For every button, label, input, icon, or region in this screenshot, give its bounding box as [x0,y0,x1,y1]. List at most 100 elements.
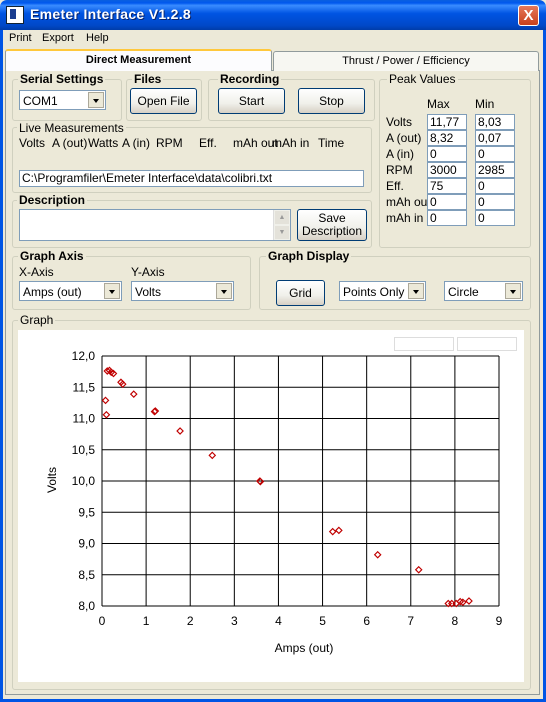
chevron-down-icon[interactable] [408,283,424,299]
x-tick-label: 5 [319,614,326,628]
stop-button[interactable]: Stop [298,88,365,114]
peak-row-label: A (out) [386,131,422,145]
start-button[interactable]: Start [218,88,285,114]
recording-title: Recording [218,72,282,86]
y-tick-label: 11,5 [73,380,96,394]
y-axis-title: Volts [45,467,59,493]
scroll-up-icon[interactable]: ▲ [275,211,289,224]
scatter-point [414,565,423,574]
app-icon [6,6,24,24]
chevron-down-icon[interactable] [505,283,521,299]
peak-min-field[interactable]: 2985 [475,162,515,178]
peak-min-field[interactable]: 0 [475,178,515,194]
marker-select[interactable]: Circle [444,281,523,301]
graph-axis-title: Graph Axis [18,249,86,263]
save-description-label-2: Description [301,224,363,238]
marker-value: Circle [448,285,479,299]
chevron-down-icon[interactable] [104,283,120,299]
live-header: mAh out [233,136,278,150]
x-tick-label: 7 [407,614,414,628]
menu-help[interactable]: Help [86,32,109,44]
peak-max-field[interactable]: 11,77 [427,114,467,130]
peak-min-field[interactable]: 0 [475,210,515,226]
y-axis-label: Y-Axis [131,265,165,279]
x-tick-label: 6 [363,614,370,628]
scatter-point [208,451,217,460]
peak-values-title: Peak Values [387,72,458,86]
live-header: Watts [88,136,119,150]
peak-max-field[interactable]: 8,32 [427,130,467,146]
graph-title: Graph [18,313,56,327]
x-tick-label: 0 [99,614,106,628]
x-axis-select[interactable]: Amps (out) [19,281,122,301]
peak-max-field[interactable]: 75 [427,178,467,194]
scatter-chart: 0 1 2 3 4 5 6 7 8 9 8,0 8,5 9,0 9,5 10,0 10,5 11,0 11,5 12… [45,349,503,655]
scatter-point [373,550,382,559]
scatter-point [465,597,473,605]
x-axis-label: X-Axis [19,265,54,279]
peak-row-label: mAh out [386,195,431,209]
window-frame-left [0,30,3,702]
scatter-point [129,390,138,398]
window-title: Emeter Interface V1.2.8 [30,6,191,22]
peak-max-field[interactable]: 0 [427,146,467,162]
scroll-down-icon[interactable]: ▼ [275,226,289,239]
x-tick-label: 1 [143,614,150,628]
x-tick-label: 9 [496,614,503,628]
serial-port-value: COM1 [23,94,58,108]
peak-max-field[interactable]: 3000 [427,162,467,178]
y-axis-select[interactable]: Volts [131,281,234,301]
peak-row-label: mAh in [386,211,424,225]
y-tick-label: 10,0 [72,474,96,488]
peak-row-label: A (in) [386,147,415,161]
scatter-point [328,527,337,536]
y-tick-label: 12,0 [72,349,96,363]
y-tick-label: 10,5 [72,443,96,457]
files-title: Files [132,72,164,86]
scatter-point [102,410,111,419]
y-tick-label: 9,5 [78,505,95,519]
live-header: mAh in [272,136,310,150]
peak-min-field[interactable]: 0,07 [475,130,515,146]
open-file-button[interactable]: Open File [130,88,197,114]
peak-min-field[interactable]: 8,03 [475,114,515,130]
y-axis-value: Volts [135,285,162,299]
data-file-path-field[interactable]: C:\Programfiler\Emeter Interface\data\co… [19,170,364,187]
graph-mode-select[interactable]: Points Only [339,281,426,301]
live-measurements-title: Live Measurements [17,121,126,135]
peak-min-header: Min [475,97,495,111]
tab-direct-measurement[interactable]: Direct Measurement [5,49,272,71]
peak-row-label: Eff. [386,179,404,193]
live-header: Eff. [199,136,217,150]
live-header: Time [318,136,345,150]
scatter-point [101,396,110,405]
menu-export[interactable]: Export [42,32,74,44]
live-header: A (in) [122,136,151,150]
peak-min-field[interactable]: 0 [475,194,515,210]
menu-print[interactable]: Print [9,32,32,44]
peak-row-label: RPM [386,163,413,177]
tab-thrust-power-efficiency[interactable]: Thrust / Power / Efficiency [273,51,539,71]
x-tick-label: 2 [187,614,194,628]
save-description-button[interactable]: Save Description [297,209,367,241]
close-button[interactable]: X [518,5,539,26]
serial-port-select[interactable]: COM1 [19,90,106,110]
description-scrollbar[interactable]: ▲ ▼ [273,210,290,240]
description-title: Description [17,193,88,207]
chevron-down-icon[interactable] [88,92,104,108]
scatter-point [335,526,343,535]
x-tick-label: 4 [275,614,282,628]
y-tick-label: 8,0 [78,599,95,613]
peak-max-field[interactable]: 0 [427,194,467,210]
x-tick-label: 8 [452,614,459,628]
peak-min-field[interactable]: 0 [475,146,515,162]
grid-button[interactable]: Grid [276,280,325,306]
live-header: Volts [19,136,46,150]
peak-row-label: Volts [386,115,413,129]
scatter-point [176,427,184,435]
peak-max-header: Max [427,97,450,111]
live-header: RPM [156,136,183,150]
chevron-down-icon[interactable] [216,283,232,299]
peak-max-field[interactable]: 0 [427,210,467,226]
description-textarea[interactable]: ▲ ▼ [19,209,291,241]
